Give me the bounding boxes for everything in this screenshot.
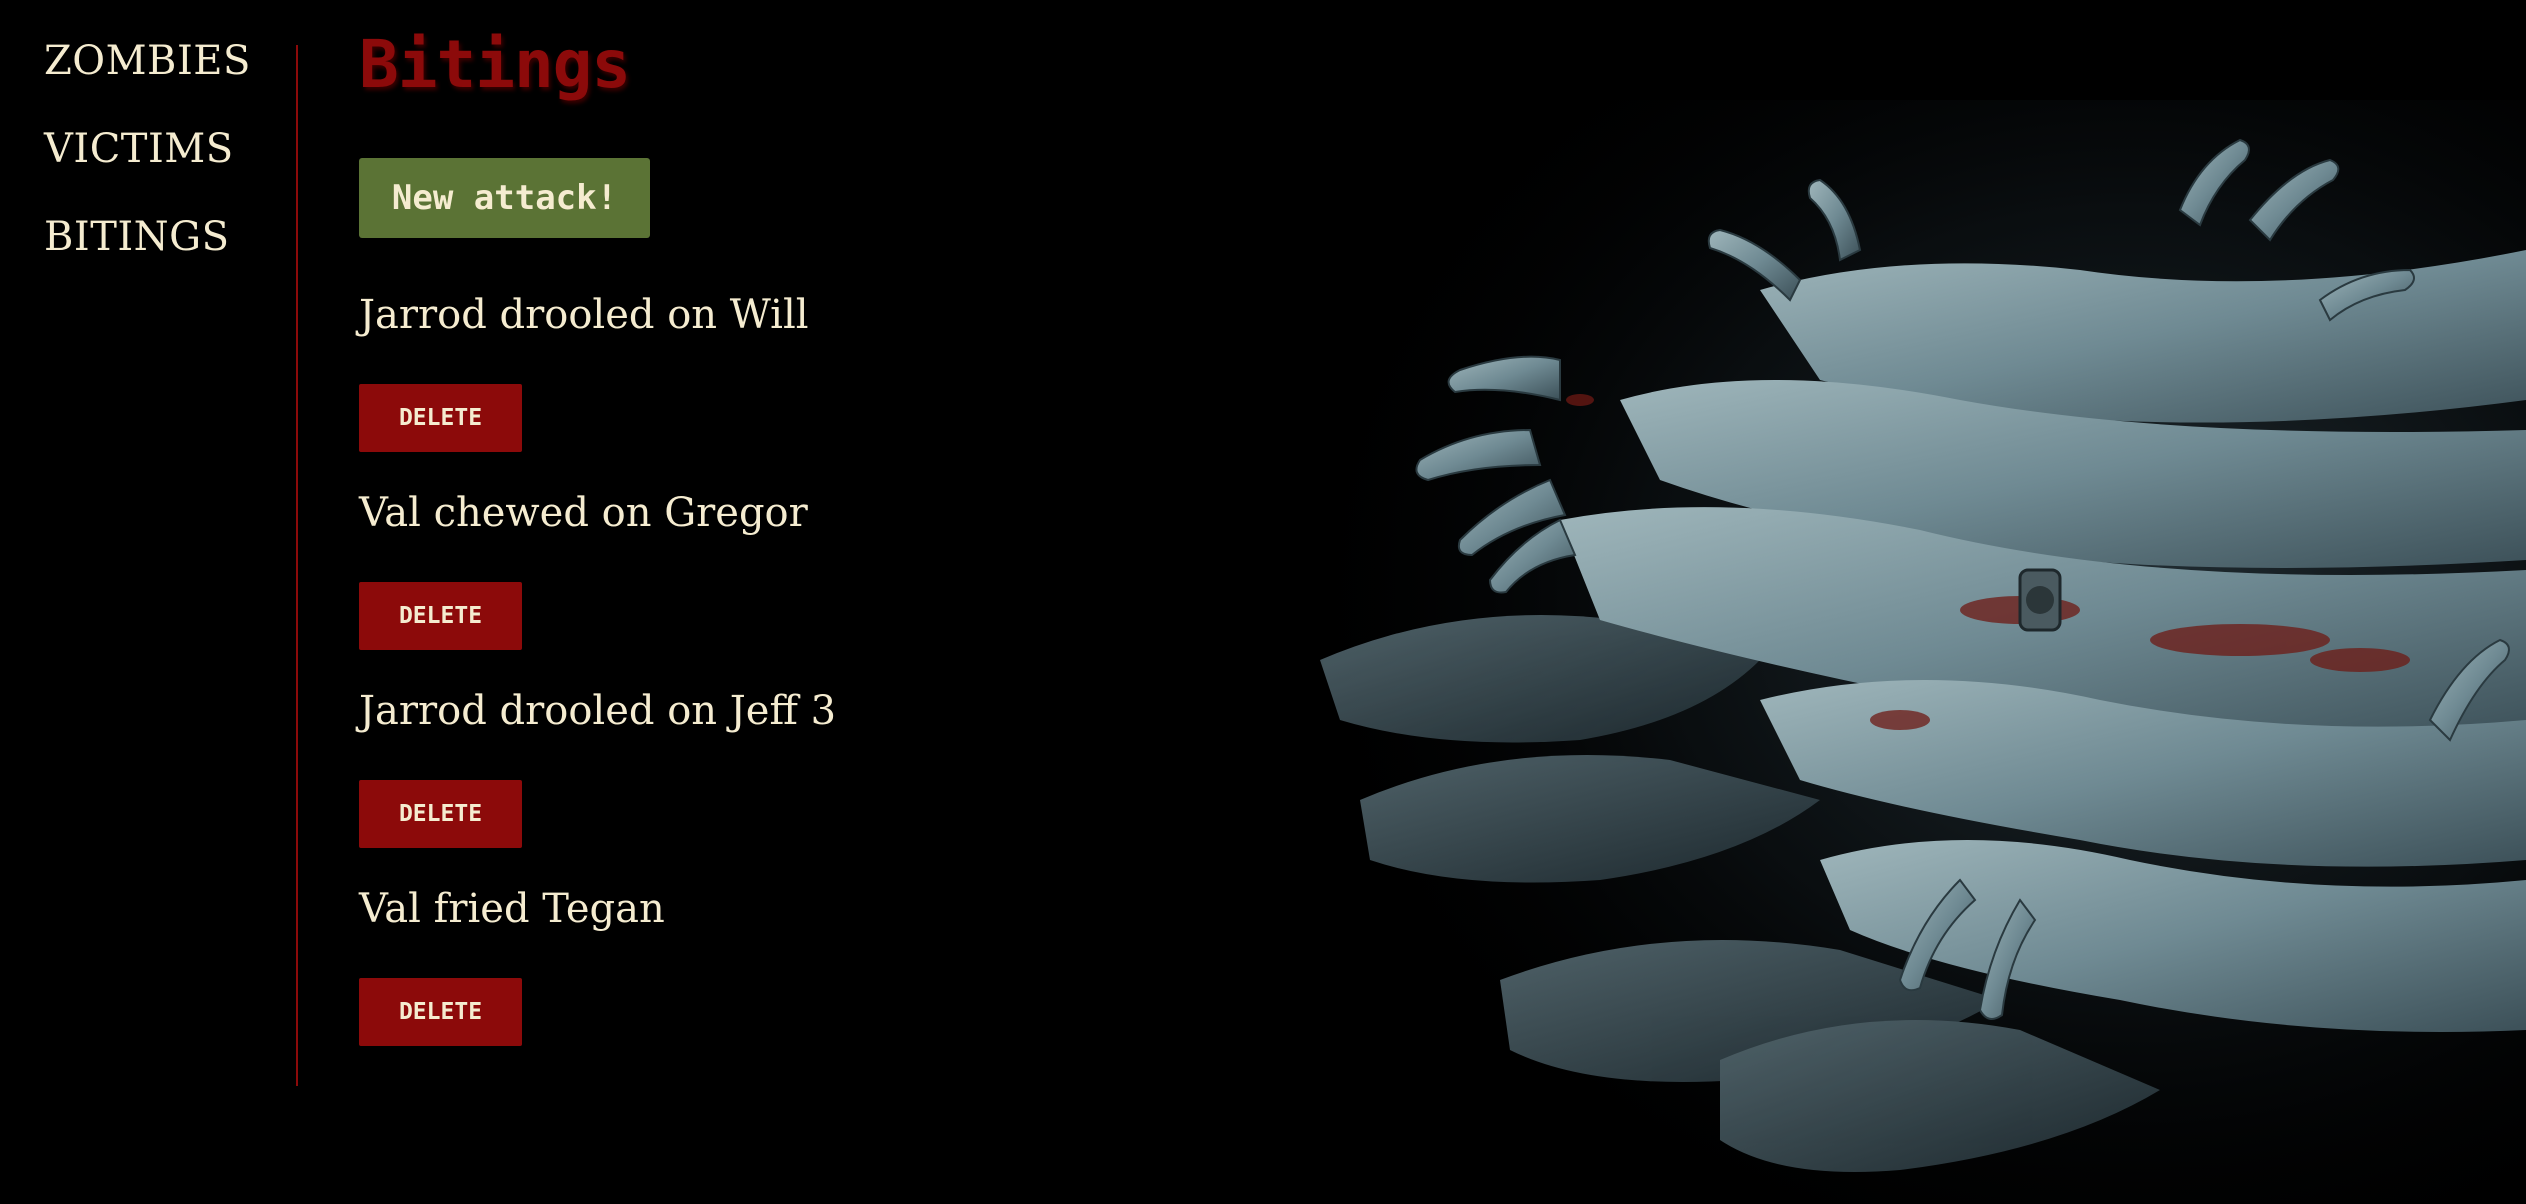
nav-item-bitings[interactable]: BITINGS — [44, 214, 230, 260]
delete-button[interactable]: DELETE — [359, 780, 522, 848]
zombie-hands-illustration — [1200, 100, 2526, 1204]
biting-description: Jarrod drooled on Will — [359, 292, 809, 338]
nav-item-victims[interactable]: VICTIMS — [44, 126, 234, 172]
delete-button[interactable]: DELETE — [359, 582, 522, 650]
nav-item-zombies[interactable]: ZOMBIES — [44, 38, 251, 84]
sidebar-nav: ZOMBIES VICTIMS BITINGS — [0, 0, 297, 1086]
new-attack-button[interactable]: New attack! — [359, 158, 650, 238]
delete-button[interactable]: DELETE — [359, 978, 522, 1046]
biting-description: Val chewed on Gregor — [359, 490, 808, 536]
biting-description: Val fried Tegan — [359, 886, 665, 932]
delete-button[interactable]: DELETE — [359, 384, 522, 452]
page-title: Bitings — [359, 26, 631, 103]
page: ZOMBIES VICTIMS BITINGS Bitings New atta… — [0, 0, 2526, 1204]
sidebar-divider — [296, 45, 298, 1086]
biting-description: Jarrod drooled on Jeff 3 — [359, 688, 837, 734]
